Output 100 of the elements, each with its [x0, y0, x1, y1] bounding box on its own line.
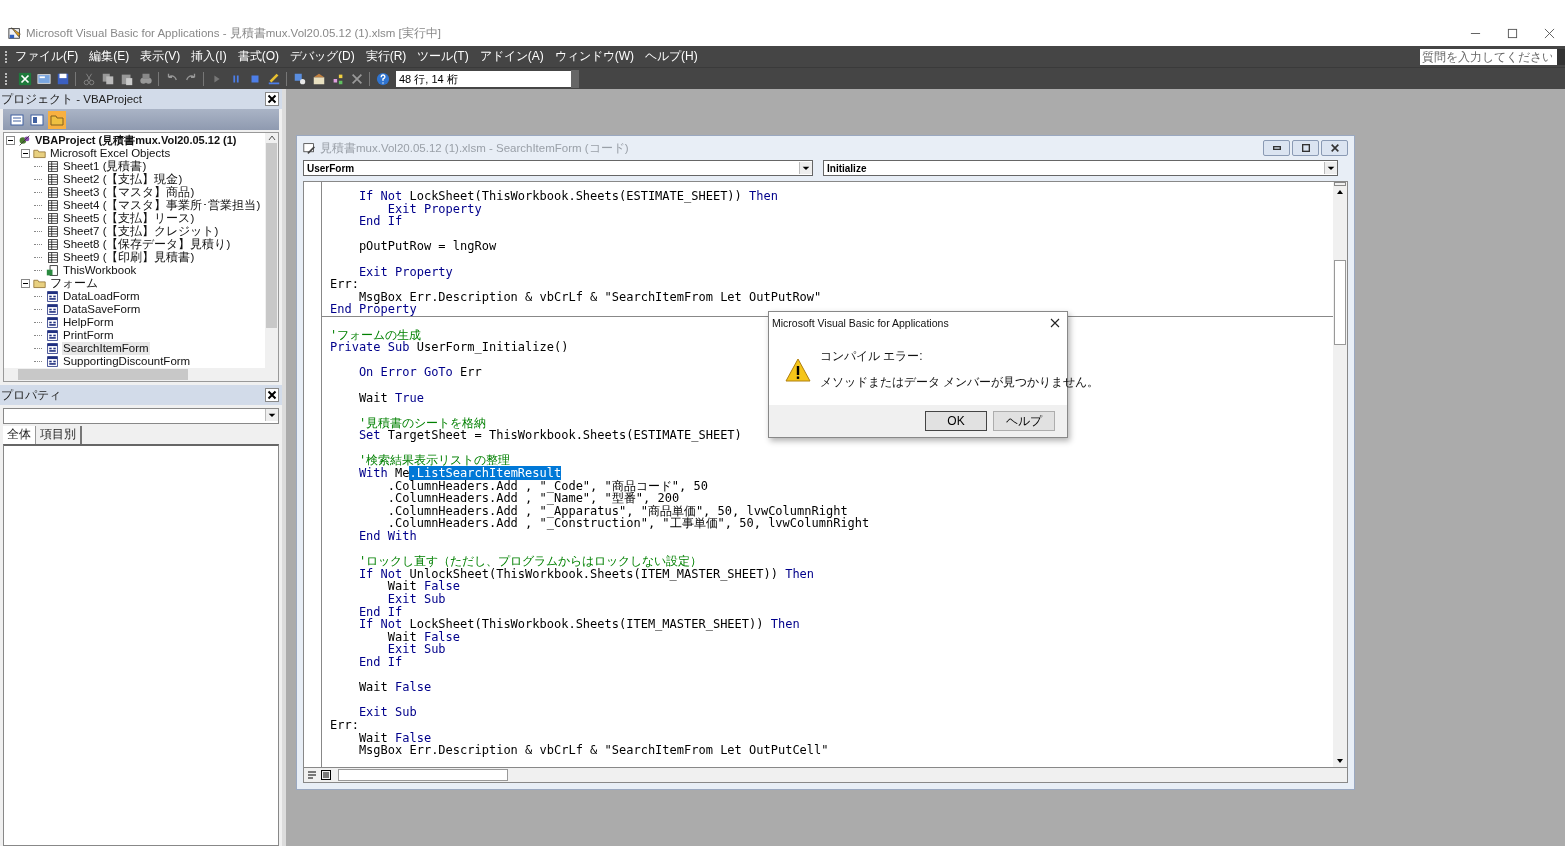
dialog-button[interactable]: ヘルプ [993, 411, 1055, 431]
code-window-title: 見積書mux.Vol20.05.12 (1).xlsm - SearchItemForm (コード) [320, 140, 629, 156]
find-icon[interactable] [138, 71, 153, 86]
tree-item[interactable]: Sheet5 (【支払】リース) [62, 212, 196, 225]
code-line: End If [357, 605, 403, 619]
form-icon [46, 303, 59, 316]
menu-item[interactable]: 書式(O) [237, 48, 279, 65]
tree-item[interactable]: Sheet4 (【マスタ】事業所･営業担当) [62, 199, 262, 212]
tree-item[interactable]: ThisWorkbook [62, 264, 138, 277]
maximize-icon[interactable] [1507, 27, 1518, 39]
tree-item[interactable]: DataLoadForm [62, 290, 141, 303]
code-line: .ColumnHeaders.Add , "_Code", "商品コード", 50 [386, 479, 708, 493]
form-icon [46, 342, 59, 355]
close-icon[interactable] [1050, 318, 1060, 328]
menu-item[interactable]: 編集(E) [89, 48, 130, 65]
menu-item[interactable]: 表示(V) [140, 48, 181, 65]
menu-item[interactable]: ファイル(F) [15, 48, 79, 65]
code-line: pOutPutRow = lngRow [357, 240, 497, 253]
code-line: 'フォームの生成 [330, 328, 422, 342]
toolbox-icon[interactable] [349, 71, 364, 86]
code-line: If Not LockSheet(ThisWorkbook.Sheets(ESTIMATE_SHEET)) Then [357, 190, 778, 203]
tree-item[interactable]: HelpForm [62, 316, 115, 329]
tree-item[interactable]: フォーム [49, 277, 99, 290]
tree-item[interactable]: VBAProject (見積書mux.Vol20.05.12 (1) [34, 134, 238, 147]
minimize-button[interactable] [1263, 140, 1290, 156]
tree-item[interactable]: SupportingDiscountForm [62, 355, 192, 368]
vertical-scrollbar[interactable] [265, 133, 278, 368]
code-line: MsgBox Err.Description & vbCrLf & "SearchItemFrom Let OutPutRow" [357, 290, 822, 304]
form-icon [46, 316, 59, 329]
scrollbar-thumb[interactable] [18, 369, 188, 380]
code-line: With Me.ListSearchItemResult [357, 467, 562, 480]
code-line: Exit Sub [386, 643, 446, 656]
excel-icon[interactable] [17, 71, 32, 86]
project-icon [18, 134, 31, 147]
tree-item[interactable]: SearchItemForm [62, 342, 150, 355]
dropdown-value: UserForm [307, 162, 355, 174]
close-icon[interactable] [265, 92, 279, 106]
window-title: Microsoft Visual Basic for Applications - 見積書mux.Vol20.05.12 (1).xlsm [実行中] [26, 25, 441, 41]
form-icon [46, 290, 59, 303]
menu-item[interactable]: デバッグ(D) [290, 48, 355, 65]
code-line: Exit Sub [386, 593, 446, 606]
code-line: Err: [330, 718, 359, 732]
close-icon[interactable] [265, 388, 279, 402]
tree-item[interactable]: Sheet1 (見積書) [62, 160, 148, 173]
tree-item[interactable]: DataSaveForm [62, 303, 142, 316]
close-button[interactable] [1321, 140, 1348, 156]
folder-icon [33, 147, 46, 160]
object-dropdown[interactable]: UserForm [303, 160, 813, 176]
scrollbar-thumb[interactable] [1334, 260, 1346, 345]
close-icon [1330, 144, 1339, 152]
menu-item[interactable]: 挿入(I) [191, 48, 227, 65]
save-icon[interactable] [55, 71, 70, 86]
form-icon [46, 329, 59, 342]
code-window-icon [303, 141, 316, 155]
project-icon[interactable] [292, 71, 307, 86]
sheet-icon [46, 225, 59, 238]
code-line: Set TargetSheet = ThisWorkbook.Sheets(ESTIMATE_SHEET) [357, 429, 742, 442]
sheet-icon [46, 160, 59, 173]
dialog-button[interactable]: OK [925, 411, 987, 431]
cursor-position-field: 48 行, 14 桁 [396, 70, 571, 87]
tree-item[interactable]: Sheet9 (【印刷】見積書) [62, 251, 196, 264]
form-icon[interactable] [36, 71, 51, 86]
menu-item[interactable]: ヘルプ(H) [645, 48, 698, 65]
property-tab[interactable]: 全体 [3, 426, 36, 444]
props-icon[interactable] [311, 71, 326, 86]
scroll-down-icon[interactable] [1336, 758, 1344, 764]
collapse-icon[interactable] [21, 149, 30, 158]
sheet-icon [46, 212, 59, 225]
code-line: End If [357, 215, 403, 228]
horizontal-scrollbar[interactable] [3, 368, 279, 382]
sheet-icon [46, 186, 59, 199]
vertical-scrollbar[interactable] [1333, 182, 1347, 767]
collapse-icon[interactable] [21, 279, 30, 288]
tree-item[interactable]: Microsoft Excel Objects [49, 147, 172, 160]
design-icon[interactable] [266, 71, 281, 86]
menu-item[interactable]: ウィンドウ(W) [554, 48, 634, 65]
code-line: Err: [330, 278, 359, 291]
menu-item[interactable]: 実行(R) [365, 48, 407, 65]
tree-item[interactable]: Sheet8 (【保存データ】見積り) [62, 238, 232, 251]
scrollbar-thumb[interactable] [266, 143, 277, 328]
scroll-up-icon[interactable] [1336, 189, 1344, 195]
code-line: Wait False [386, 630, 461, 644]
menu-item[interactable]: アドイン(A) [479, 48, 544, 65]
tree-item[interactable]: Sheet7 (【支払】クレジット) [62, 225, 220, 238]
scrollbar-thumb[interactable] [338, 769, 508, 781]
tree-item[interactable]: Sheet2 (【支払】現金) [62, 173, 184, 186]
tree-item[interactable]: PrintForm [62, 329, 115, 342]
workbook-icon [46, 264, 59, 277]
collapse-icon[interactable] [6, 136, 15, 145]
full-module-view-icon[interactable] [320, 769, 332, 781]
sheet-icon [46, 238, 59, 251]
procedure-view-icon[interactable] [306, 769, 318, 781]
tree-item[interactable]: Sheet3 (【マスタ】商品) [62, 186, 196, 199]
help-icon[interactable] [375, 71, 390, 86]
menu-item[interactable]: ツール(T) [417, 48, 469, 65]
copy-icon[interactable] [100, 71, 115, 86]
folder-icon [33, 277, 46, 290]
code-line: Exit Property [357, 265, 453, 279]
procedure-dropdown[interactable]: Initialize [823, 160, 1338, 176]
restore-button[interactable] [1292, 140, 1319, 156]
